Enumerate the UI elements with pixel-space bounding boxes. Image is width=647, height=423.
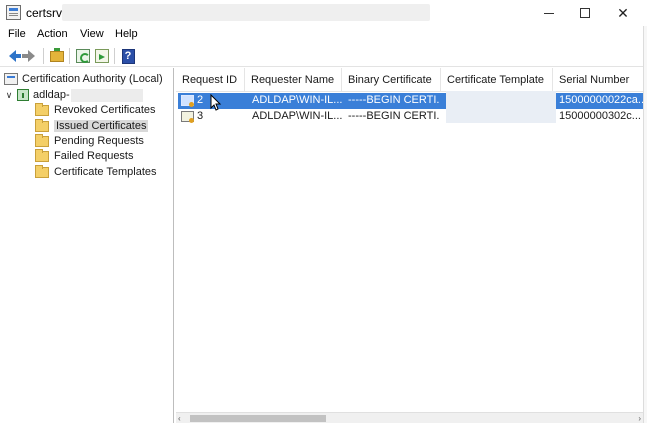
toolbar-separator xyxy=(69,48,70,64)
cell-binary-certificate: -----BEGIN CERTI... xyxy=(348,94,440,106)
ca-server-icon xyxy=(17,89,29,101)
cell-requester-name: ADLDAP\WIN-IL... xyxy=(252,110,342,122)
column-header-serial-number[interactable]: Serial Number xyxy=(553,68,644,92)
horizontal-scrollbar[interactable]: ‹ › xyxy=(176,412,643,423)
menu-view[interactable]: View xyxy=(80,28,104,40)
tree-item-failed-requests[interactable]: Failed Requests xyxy=(35,148,134,164)
window-right-edge xyxy=(643,26,647,423)
server-name-redacted xyxy=(70,88,143,102)
forward-button[interactable] xyxy=(21,47,40,65)
up-folder-icon xyxy=(50,47,64,62)
column-header-requester-name[interactable]: Requester Name xyxy=(245,68,342,92)
help-icon: ? xyxy=(121,48,135,64)
help-button[interactable]: ? xyxy=(119,47,137,65)
toolbar: ? xyxy=(0,45,647,67)
folder-icon xyxy=(35,148,49,162)
title-redacted xyxy=(62,4,430,21)
tree-item-label: Pending Requests xyxy=(54,135,144,147)
menu-bar: File Action View Help xyxy=(0,26,647,44)
scroll-left-icon[interactable]: ‹ xyxy=(178,414,181,423)
tree-item-label: Failed Requests xyxy=(54,150,134,162)
tree-root-label: Certification Authority (Local) xyxy=(22,73,163,85)
folder-icon xyxy=(35,133,49,147)
tree-pane: Certification Authority (Local) ∨ adldap… xyxy=(0,68,174,423)
tree-item-issued-certificates[interactable]: Issued Certificates xyxy=(35,118,149,134)
folder-icon xyxy=(35,164,49,178)
certsrv-app-icon xyxy=(6,5,21,20)
cell-serial-number: 15000000302c... xyxy=(559,110,641,122)
tree-root-ca[interactable]: Certification Authority (Local) xyxy=(4,71,163,87)
maximize-button[interactable] xyxy=(564,0,606,26)
back-button[interactable] xyxy=(3,47,21,65)
refresh-icon xyxy=(76,49,90,63)
certification-authority-icon xyxy=(4,73,18,85)
folder-icon xyxy=(35,118,49,132)
export-list-icon xyxy=(95,49,109,63)
tree-item-label: Issued Certificates xyxy=(54,120,149,132)
scroll-right-icon[interactable]: › xyxy=(638,414,641,423)
template-redacted xyxy=(446,91,556,123)
menu-help[interactable]: Help xyxy=(115,28,138,40)
back-arrow-icon xyxy=(8,50,21,62)
cell-serial-number: 15000000022ca... xyxy=(559,94,643,106)
scrollbar-thumb[interactable] xyxy=(190,415,326,422)
column-header-request-id[interactable]: Request ID xyxy=(176,68,245,92)
table-row[interactable]: 2 ADLDAP\WIN-IL... -----BEGIN CERTI... 1… xyxy=(178,93,644,109)
mouse-cursor-icon xyxy=(210,93,222,115)
folder-icon xyxy=(35,102,49,116)
column-header-certificate-template[interactable]: Certificate Template xyxy=(441,68,553,92)
chevron-down-icon[interactable]: ∨ xyxy=(4,90,14,101)
minimize-icon xyxy=(544,12,554,14)
menu-action[interactable]: Action xyxy=(37,28,68,40)
tree-item-label: Revoked Certificates xyxy=(54,104,156,116)
title-bar: certsrv - ✕ xyxy=(0,0,647,26)
column-header-binary-certificate[interactable]: Binary Certificate xyxy=(342,68,441,92)
close-button[interactable]: ✕ xyxy=(602,0,644,26)
tree-item-revoked-certificates[interactable]: Revoked Certificates xyxy=(35,102,156,118)
toolbar-separator xyxy=(114,48,115,64)
table-row[interactable]: 3 ADLDAP\WIN-IL... -----BEGIN CERTI... l… xyxy=(178,109,644,125)
forward-arrow-icon xyxy=(21,50,35,62)
results-list: Request ID Requester Name Binary Certifi… xyxy=(176,68,647,423)
tree-item-pending-requests[interactable]: Pending Requests xyxy=(35,133,144,149)
tree-item-certificate-templates[interactable]: Certificate Templates xyxy=(35,164,157,180)
toolbar-separator xyxy=(43,48,44,64)
export-list-button[interactable] xyxy=(93,47,111,65)
cell-request-id: 3 xyxy=(197,110,204,122)
up-one-level-button[interactable] xyxy=(48,47,66,65)
tree-item-label: Certificate Templates xyxy=(54,166,157,178)
cell-requester-name: ADLDAP\WIN-IL... xyxy=(252,94,342,106)
close-icon: ✕ xyxy=(617,4,629,21)
cell-binary-certificate: -----BEGIN CERTI... xyxy=(348,110,440,122)
certificate-icon xyxy=(181,95,194,107)
refresh-button[interactable] xyxy=(74,47,92,65)
tree-server-label: adldap- xyxy=(33,89,70,101)
tree-server-node[interactable]: ∨ adldap- xyxy=(4,87,143,103)
maximize-icon xyxy=(580,8,590,18)
menu-file[interactable]: File xyxy=(8,28,26,40)
certificate-icon xyxy=(181,111,194,123)
cell-request-id: 2 xyxy=(197,94,204,106)
